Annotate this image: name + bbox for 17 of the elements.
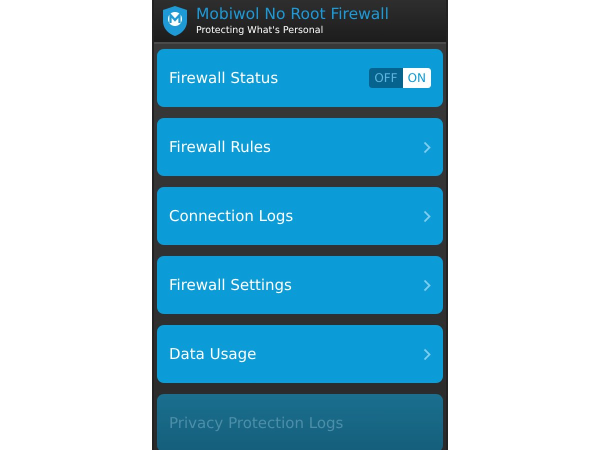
menu-item[interactable]: Firewall Status OFF ON [157,49,443,107]
chevron-right-icon [423,210,431,222]
menu-item[interactable]: Data Usage [157,325,443,383]
chevron-right-icon [423,140,431,154]
menu-item[interactable]: Connection Logs [157,187,443,245]
app-title: Mobiwol No Root Firewall [196,5,389,24]
menu-item[interactable]: Firewall Settings [157,256,443,314]
menu-label: Firewall Status [169,68,278,89]
app-subtitle: Protecting What's Personal [196,24,324,37]
menu-label: Connection Logs [169,206,294,227]
menu-label: Firewall Rules [169,136,271,158]
menu-label: Data Usage [169,344,256,365]
chevron-right-icon [423,348,431,360]
chevron-right-icon [423,278,431,292]
menu-item[interactable]: Firewall Rules [157,118,443,176]
menu-label: Firewall Settings [169,274,292,296]
shield-logo-icon [162,5,188,37]
